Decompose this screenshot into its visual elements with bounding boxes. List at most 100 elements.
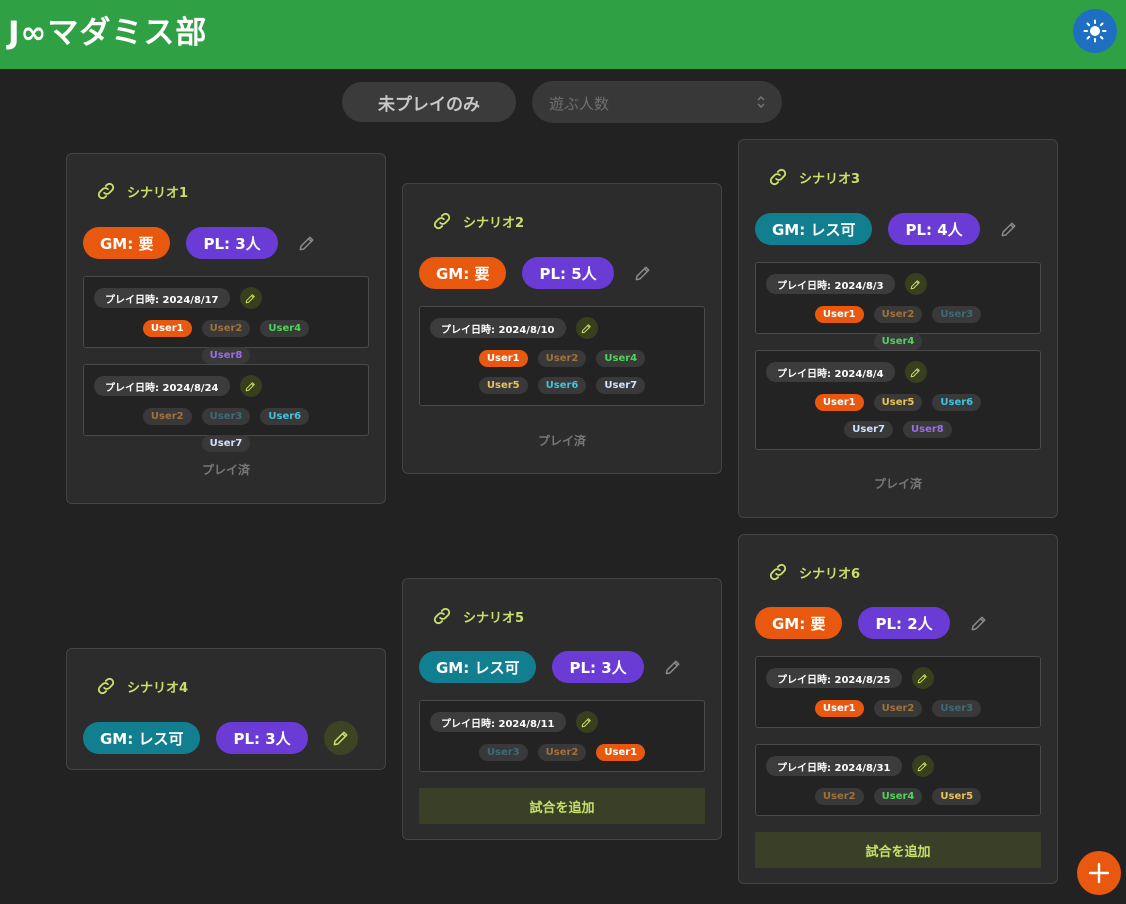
pl-badge: PL: 5人	[522, 257, 614, 289]
user-tag: User7	[596, 377, 646, 394]
user-tag: User4	[873, 333, 923, 350]
session-header: プレイ日時: 2024/8/17	[94, 287, 262, 309]
session-header: プレイ日時: 2024/8/4	[766, 361, 927, 383]
scenario-title-link[interactable]: シナリオ5	[431, 605, 524, 627]
edit-session-button[interactable]	[575, 711, 598, 733]
user-tag: User7	[201, 435, 251, 452]
edit-session-button[interactable]	[904, 361, 927, 383]
link-icon	[769, 168, 787, 186]
edit-scenario-button[interactable]	[296, 232, 318, 254]
user-tag: User1	[814, 700, 864, 717]
session-box: プレイ日時: 2024/8/3 User1 User2 User3 User4	[755, 262, 1041, 350]
session-users: User3 User2 User1	[420, 744, 704, 761]
scenario-title-link[interactable]: シナリオ3	[767, 166, 860, 188]
edit-session-button[interactable]	[239, 375, 262, 397]
edit-session-button[interactable]	[911, 755, 934, 777]
scenario-badges: GM: 要 PL: 2人	[755, 607, 990, 639]
player-count-select[interactable]: 遊ぶ人数	[532, 81, 782, 123]
edit-session-button[interactable]	[575, 317, 598, 339]
user-tag: User6	[537, 377, 587, 394]
user-tag: User1	[142, 320, 192, 337]
app-title: J∞マダミス部	[8, 15, 208, 51]
edit-session-button[interactable]	[911, 667, 934, 689]
user-tag: User3	[201, 408, 251, 425]
pencil-icon	[971, 616, 986, 631]
sun-icon	[1083, 19, 1107, 43]
user-tag: User5	[873, 394, 923, 411]
session-header: プレイ日時: 2024/8/25	[766, 667, 934, 689]
add-scenario-button[interactable]	[1077, 851, 1121, 895]
link-icon	[433, 212, 451, 230]
scenario-title: シナリオ5	[463, 610, 525, 626]
scenario-badges: GM: レス可 PL: 3人	[83, 721, 358, 755]
pl-badge: PL: 3人	[186, 227, 278, 259]
user-tag: User4	[260, 320, 310, 337]
user-tag: User3	[478, 744, 528, 761]
scenario-badges: GM: レス可 PL: 3人	[419, 651, 684, 683]
scenario-title: シナリオ2	[463, 215, 525, 231]
session-box: プレイ日時: 2024/8/24 User2 User3 User6 User7	[83, 364, 369, 452]
gm-badge: GM: レス可	[83, 722, 201, 754]
session-users: User2 User4 User5	[756, 788, 1040, 805]
session-header: プレイ日時: 2024/8/10	[430, 317, 598, 339]
user-tag: User8	[201, 347, 251, 364]
pencil-icon	[581, 717, 591, 727]
scenario-card: シナリオ6 GM: 要 PL: 2人 プレイ日時: 2024/8/25 User1 Use…	[738, 534, 1058, 884]
scenario-card: シナリオ2 GM: 要 PL: 5人プレイ日時: 2024/8/10 User1 Use…	[402, 183, 722, 474]
edit-session-button[interactable]	[239, 287, 262, 309]
user-tag: User2	[873, 700, 923, 717]
theme-toggle-button[interactable]	[1073, 9, 1117, 53]
session-users: User2 User3 User6 User7	[84, 408, 368, 452]
scenario-card: シナリオ4 GM: レス可 PL: 3人	[66, 648, 386, 770]
pencil-icon	[245, 381, 255, 391]
add-match-button[interactable]: 試合を追加	[419, 788, 705, 824]
session-date: プレイ日時: 2024/8/17	[94, 288, 230, 308]
edit-scenario-button[interactable]	[968, 612, 990, 634]
gm-badge: GM: レス可	[419, 651, 537, 683]
user-tag: User6	[932, 394, 982, 411]
scenario-title: シナリオ1	[127, 185, 189, 201]
session-users: User1 User2 User4 User8	[84, 320, 368, 364]
edit-session-button[interactable]	[904, 273, 927, 295]
session-box: プレイ日時: 2024/8/31 User2 User4 User5	[755, 744, 1041, 816]
session-date: プレイ日時: 2024/8/10	[430, 318, 566, 338]
scenario-title: シナリオ6	[799, 566, 861, 582]
pencil-icon	[635, 266, 650, 281]
scenario-title-link[interactable]: シナリオ6	[767, 561, 860, 583]
session-users: User1 User2 User3	[756, 700, 1040, 717]
scenario-badges: GM: レス可 PL: 4人	[755, 213, 1020, 245]
link-icon	[433, 607, 451, 625]
app-header: J∞マダミス部	[0, 0, 1126, 69]
scenario-title: シナリオ3	[799, 171, 861, 187]
plus-icon	[1088, 862, 1110, 884]
scenario-badges: GM: 要 PL: 5人	[419, 257, 654, 289]
gm-badge: GM: レス可	[755, 213, 873, 245]
user-tag: User7	[844, 421, 893, 438]
played-status: プレイ済	[201, 463, 250, 477]
edit-scenario-button[interactable]	[998, 218, 1020, 240]
edit-scenario-button[interactable]	[323, 721, 358, 755]
session-users: User1 User5 User6 User7 User8	[756, 394, 1040, 438]
user-tag: User3	[932, 700, 982, 717]
user-tag: User2	[814, 788, 864, 805]
user-tag: User1	[478, 350, 528, 367]
pl-badge: PL: 3人	[216, 722, 308, 754]
user-tag: User2	[873, 306, 923, 323]
scenario-title-link[interactable]: シナリオ1	[95, 180, 188, 202]
session-header: プレイ日時: 2024/8/11	[430, 711, 598, 733]
pencil-icon	[917, 761, 927, 771]
scenario-title-link[interactable]: シナリオ4	[95, 675, 188, 697]
session-date: プレイ日時: 2024/8/4	[766, 362, 895, 382]
scenario-title: シナリオ4	[127, 680, 189, 696]
scenario-card: シナリオ1 GM: 要 PL: 3人 プレイ日時: 2024/8/17 User1 Use…	[66, 153, 386, 504]
session-users: User1 User2 User3 User4	[756, 306, 1040, 350]
edit-scenario-button[interactable]	[632, 262, 654, 284]
scenario-title-link[interactable]: シナリオ2	[431, 210, 524, 232]
unplayed-only-toggle[interactable]: 未プレイのみ	[342, 82, 516, 122]
gm-badge: GM: 要	[755, 607, 843, 639]
add-match-button[interactable]: 試合を追加	[755, 832, 1041, 868]
session-users: User1 User2 User4 User5 User6 User7	[420, 350, 704, 394]
edit-scenario-button[interactable]	[662, 656, 684, 678]
session-date: プレイ日時: 2024/8/25	[766, 668, 902, 688]
pl-badge: PL: 2人	[858, 607, 950, 639]
